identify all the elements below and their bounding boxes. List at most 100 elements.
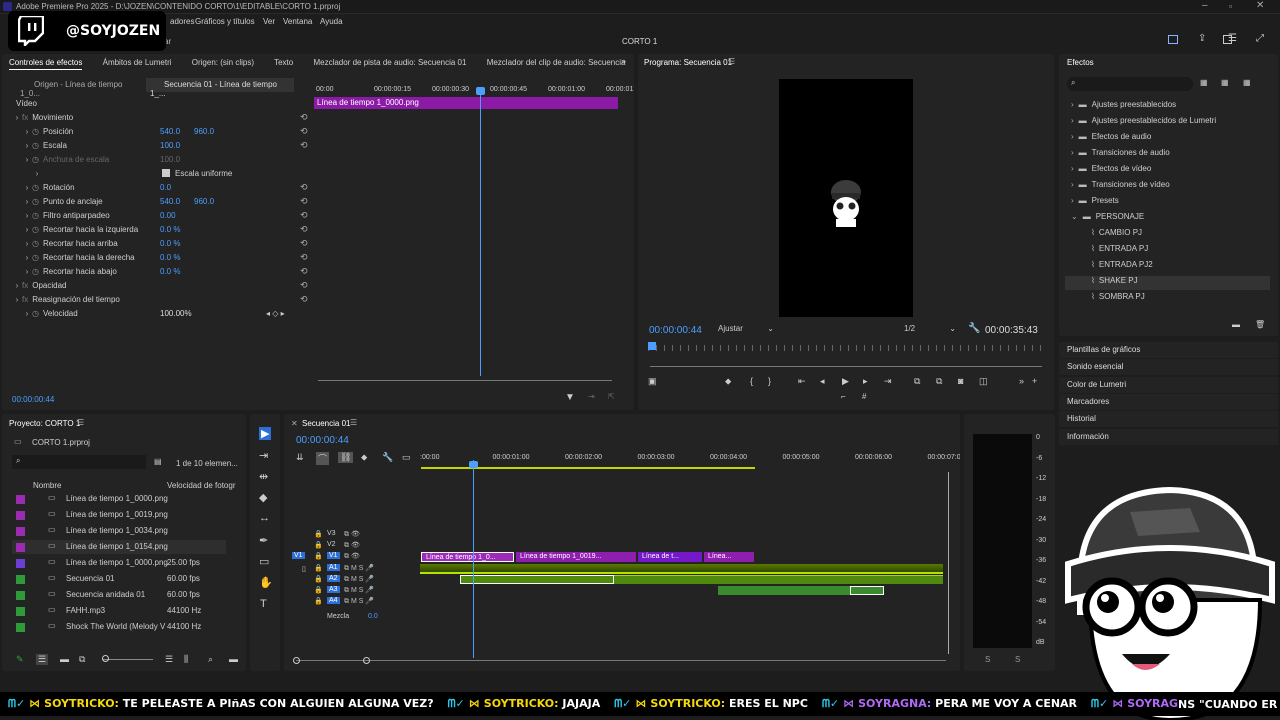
timeline-playhead-cap[interactable] [469,461,478,468]
reset-icon[interactable]: ⟲ [300,252,308,263]
nest-icon[interactable]: ⇊ [296,452,304,463]
mix-value[interactable]: 0.0 [368,613,378,620]
chevron-icon[interactable]: › [22,127,32,136]
chevron-icon[interactable]: › [22,267,32,276]
sequence-tab[interactable]: Secuencia 01 [302,419,350,428]
rectangle-tool-icon[interactable]: ▭ [259,555,269,568]
menu-icon[interactable]: ☰ [1228,33,1237,44]
track-label[interactable]: V1 [327,552,340,559]
keyframe-nav-icon[interactable]: ◂ ◇ ▸ [266,309,285,318]
new-bin-icon[interactable]: ▤ [154,457,162,466]
effects-folder[interactable]: › ▬ Efectos de audio [1071,132,1151,146]
video-track-controls[interactable]: ⧉ 👁 [344,541,360,550]
effect-row[interactable]: › ◷ Recortar hacia arriba 0.0 % ⟲ [12,236,312,250]
zoom-handle[interactable] [102,655,109,662]
timecode-display[interactable]: 00:00:00:44 [12,395,54,404]
effect-value[interactable]: 0.0 % [160,253,180,262]
timeline-end-bar[interactable] [948,472,949,654]
tab-source[interactable]: Origen: (sin clips) [192,58,254,67]
effect-row[interactable]: › ◷ Recortar hacia la derecha 0.0 % ⟲ [12,250,312,264]
grid-icon[interactable]: # [862,392,866,401]
icon-view-icon[interactable]: ▬ [60,654,69,664]
effect-value[interactable]: 540.0 [160,197,180,206]
project-item[interactable]: ▭ Secuencia anidada 01 60.00 fps [12,588,226,602]
chevron-icon[interactable]: › [1071,132,1074,141]
reset-icon[interactable]: ⟲ [300,266,308,277]
extract-icon[interactable]: ⧉ [936,376,942,387]
project-item[interactable]: ▭ FAHH.mp3 44100 Hz [12,604,226,618]
collapsed-panel[interactable]: Marcadores [1059,393,1278,410]
label-color[interactable] [16,623,25,632]
collapsed-panel[interactable]: Color de Lumetri [1059,376,1278,393]
sequence-close-icon[interactable]: ✕ [291,419,298,428]
chevron-icon[interactable]: › [22,183,32,192]
program-playhead[interactable] [648,342,656,350]
track-select-icon[interactable]: ⇥ [259,449,268,462]
lock-icon[interactable]: 🔒 [314,586,323,594]
type-tool-icon[interactable]: T [260,598,267,610]
pen-tool-icon[interactable]: ✒ [259,534,268,547]
effect-row[interactable]: › ◷ Filtro antiparpadeo 0.00 ⟲ [12,208,312,222]
project-item[interactable]: ▭ Secuencia 01 60.00 fps [12,572,226,586]
sequence-clip-tab[interactable]: Secuencia 01 - Línea de tiempo 1_... [146,78,294,98]
fx-icon[interactable]: fx [22,113,28,122]
stopwatch-icon[interactable]: ◷ [32,197,39,206]
fullscreen-icon[interactable]: ⤢ [1256,33,1264,44]
sort-icon[interactable]: ☰ [165,654,173,665]
source-patch[interactable]: ▯ [302,565,306,573]
meter-right-solo[interactable]: S [1015,655,1020,664]
preset-item[interactable]: ⌇ CAMBIO PJ [1065,228,1270,242]
audio-clip-a2-selected[interactable] [460,575,614,584]
reset-icon[interactable]: ⟲ [300,112,308,123]
effect-value[interactable]: 100.00% [160,309,192,318]
find-icon[interactable]: ⌕ [208,654,213,665]
wrench-icon[interactable]: 🔧 [968,323,980,334]
menu-graficos[interactable]: Gráficos y títulos [195,17,255,26]
stopwatch-icon[interactable]: ◷ [32,309,39,318]
source-clip-tab[interactable]: Origen - Línea de tiempo 1_0... [16,78,140,98]
audio-track-controls[interactable]: ⧉ M S 🎤 [344,564,374,573]
step-forward-icon[interactable]: ▸ [863,376,868,387]
effects-folder[interactable]: › ▬ Presets [1071,196,1119,210]
play-icon[interactable]: ▶ [842,376,849,387]
preset-item[interactable]: ⌇ ENTRADA PJ [1065,244,1270,258]
audio-track-controls[interactable]: ⧉ M S 🎤 [344,597,374,606]
close-icon[interactable]: ✕ [1256,0,1264,11]
effects-folder[interactable]: ⌄ ▬ PERSONAJE [1071,212,1144,226]
chevron-icon[interactable]: › [1071,100,1074,109]
lock-icon[interactable]: 🔒 [314,552,323,560]
go-to-out-icon[interactable]: ⇥ [884,376,892,387]
snap-icon[interactable]: ⌒ [316,452,330,465]
camera-icon[interactable]: ◙ [958,376,963,386]
scroll-handle-right[interactable] [363,657,370,664]
effect-row[interactable]: › ◷ Recortar hacia abajo 0.0 % ⟲ [12,264,312,278]
video-track-controls[interactable]: ⧉ 👁 [344,552,360,561]
ec-playhead[interactable] [480,88,481,376]
track-label[interactable]: A2 [327,575,340,582]
project-item[interactable]: ▭ Línea de tiempo 1_0000.png 25.00 fps [12,556,226,570]
program-timecode[interactable]: 00:00:00:44 [649,325,702,336]
add-marker-icon[interactable]: ⬥ [725,376,731,387]
quick-export-icon[interactable] [1168,35,1178,44]
collapsed-panel[interactable]: Historial [1059,411,1278,428]
lift-icon[interactable]: ⧉ [914,376,920,387]
source-patch[interactable]: V1 [292,552,305,559]
project-item[interactable]: ▭ Línea de tiempo 1_0034.png [12,524,226,538]
reset-icon[interactable]: ⟲ [300,126,308,137]
chevron-icon[interactable]: › [22,211,32,220]
col-frame-rate[interactable]: Velocidad de fotogr [167,481,236,490]
timeline-scrollbar[interactable] [296,660,946,661]
stopwatch-icon[interactable]: ◷ [32,183,39,192]
effect-value[interactable]: 0.00 [160,211,176,220]
track-label[interactable]: V3 [327,530,336,537]
stopwatch-icon[interactable]: ◷ [32,141,39,150]
audio-clip-a3-end[interactable] [850,586,884,595]
effects-folder[interactable]: › ▬ Ajustes preestablecidos de Lumetri [1071,116,1216,130]
preset-item[interactable]: ⌇ ENTRADA PJ2 [1065,260,1270,274]
stopwatch-icon[interactable]: ◷ [32,253,39,262]
chevron-icon[interactable]: › [1071,148,1074,157]
lock-icon[interactable]: 🔒 [314,575,323,583]
track-label[interactable]: A3 [327,586,340,593]
audio-track-controls[interactable]: ⧉ M S 🎤 [344,586,374,595]
selection-tool-icon[interactable]: ▶ [259,427,272,440]
